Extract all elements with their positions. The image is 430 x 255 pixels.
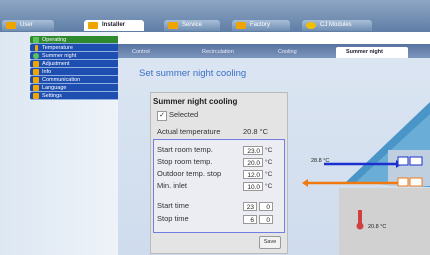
- sidebar-item-label: Settings: [42, 93, 62, 99]
- top-tab-bar: User Installer Service Factory CJ Module…: [0, 0, 430, 32]
- tab-cooling[interactable]: Cooling: [268, 47, 326, 58]
- stop-room-temp-input[interactable]: 20.0: [243, 158, 263, 167]
- stop-time-label: Stop time: [157, 214, 189, 223]
- unit-housing: [388, 150, 430, 186]
- installer-icon: [88, 22, 98, 29]
- tab-recirculation[interactable]: Recirculation: [192, 47, 264, 58]
- sidebar-nav: Operating Temperature Summer night Adjus…: [30, 36, 118, 100]
- page-title: Set summer night cooling: [139, 68, 247, 79]
- room-temp-label: 20.8 °C: [368, 224, 387, 230]
- start-time-minute-input[interactable]: 0: [259, 202, 273, 211]
- language-icon: [33, 85, 39, 91]
- tab-factory[interactable]: Factory: [232, 20, 290, 31]
- stop-time-minute-input[interactable]: 0: [259, 215, 273, 224]
- operating-icon: [33, 37, 39, 43]
- unit-label: °C: [265, 171, 273, 178]
- tab-cj-modules-label: CJ Modules: [320, 22, 352, 28]
- sidebar-item-label: Temperature: [42, 45, 73, 51]
- user-icon: [6, 22, 16, 29]
- fan-icon: [397, 156, 409, 166]
- info-icon: [33, 69, 39, 75]
- save-button[interactable]: Save: [259, 236, 281, 249]
- actual-temperature-label: Actual temperature: [157, 127, 221, 136]
- sidebar-item-temperature[interactable]: Temperature: [30, 44, 118, 52]
- settings-icon: [33, 93, 39, 99]
- filter-icon: [409, 177, 423, 187]
- sidebar-item-label: Language: [42, 85, 67, 91]
- selected-label: Selected: [169, 110, 199, 119]
- tab-service[interactable]: Service: [164, 20, 220, 31]
- start-time-hour-input[interactable]: 23: [243, 202, 257, 211]
- sidebar-item-label: Operating: [42, 37, 67, 43]
- sidebar-item-operating[interactable]: Operating: [30, 36, 118, 44]
- summer-night-icon: [33, 53, 39, 59]
- inlet-temp-label: 28.8 °C: [311, 158, 330, 164]
- checkmark-icon: ✓: [157, 111, 167, 121]
- unit-label: °C: [265, 183, 273, 190]
- sidebar-item-settings[interactable]: Settings: [30, 92, 118, 100]
- thermometer-bulb-icon: [356, 222, 364, 230]
- sidebar-item-adjustment[interactable]: Adjustment: [30, 60, 118, 68]
- start-time-label: Start time: [157, 201, 190, 210]
- thermometer-icon: [358, 210, 362, 224]
- min-inlet-label: Min. inlet: [157, 181, 188, 190]
- tab-cj-modules[interactable]: CJ Modules: [302, 20, 372, 31]
- selected-checkbox[interactable]: ✓ Selected: [157, 110, 198, 121]
- unit-label: °C: [265, 147, 273, 154]
- communication-icon: [33, 77, 39, 83]
- sidebar-item-communication[interactable]: Communication: [30, 76, 118, 84]
- tab-user[interactable]: User: [2, 20, 54, 31]
- sidebar-item-label: Communication: [42, 77, 81, 83]
- sidebar-item-summer-night[interactable]: Summer night: [30, 52, 118, 60]
- tab-installer[interactable]: Installer: [84, 20, 144, 31]
- actual-temperature-value: 20.8 °C: [243, 127, 269, 136]
- factory-icon: [236, 22, 246, 29]
- tab-factory-label: Factory: [250, 22, 271, 28]
- tab-installer-label: Installer: [102, 22, 126, 28]
- outdoor-temp-stop-input[interactable]: 12.0: [243, 170, 263, 179]
- sidebar-item-language[interactable]: Language: [30, 84, 118, 92]
- sidebar-item-label: Summer night: [42, 53, 77, 59]
- tab-user-label: User: [20, 22, 33, 28]
- start-room-temp-label: Start room temp.: [157, 145, 213, 154]
- sub-tab-bar: Control Recirculation Cooling Summer nig…: [118, 44, 430, 58]
- tab-control[interactable]: Control: [122, 47, 182, 58]
- tab-service-label: Service: [182, 22, 203, 28]
- outdoor-temp-stop-label: Outdoor temp. stop: [157, 169, 222, 178]
- adjustment-icon: [33, 61, 39, 67]
- sidebar-item-label: Info: [42, 69, 52, 75]
- sidebar-item-info[interactable]: Info: [30, 68, 118, 76]
- box-title: Summer night cooling: [153, 97, 238, 106]
- thermometer-icon: [35, 45, 38, 51]
- unit-label: °C: [265, 159, 273, 166]
- start-room-temp-input[interactable]: 23.0: [243, 146, 263, 155]
- stop-time-hour-input[interactable]: 6: [243, 215, 257, 224]
- filter-icon: [409, 156, 423, 166]
- exhaust-arrow-icon: [302, 179, 308, 187]
- cj-modules-icon: [306, 22, 316, 29]
- stop-room-temp-label: Stop room temp.: [157, 157, 213, 166]
- min-inlet-input[interactable]: 10.0: [243, 182, 263, 191]
- tab-summer-night[interactable]: Summer night: [336, 47, 408, 58]
- sidebar-item-label: Adjustment: [42, 61, 70, 67]
- service-icon: [168, 22, 178, 29]
- fan-icon: [397, 177, 409, 187]
- ventilation-diagram: [302, 102, 430, 230]
